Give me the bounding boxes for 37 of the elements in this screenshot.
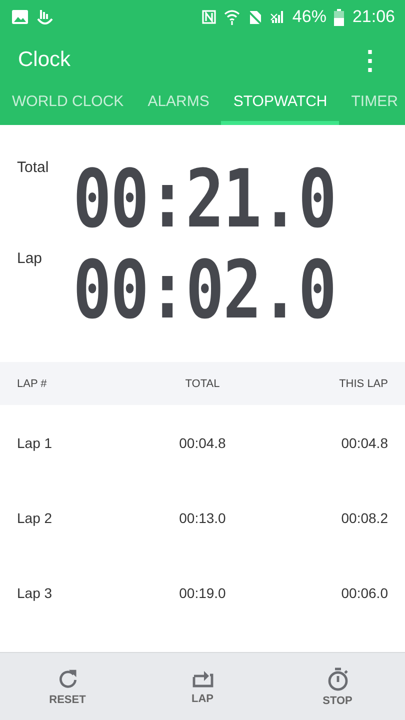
column-header: TOTAL xyxy=(185,378,220,390)
tab[interactable]: WORLD CLOCK xyxy=(0,86,136,125)
table-cell: Lap 2 xyxy=(17,510,52,526)
table-cell: 00:06.0 xyxy=(341,584,388,600)
loop-icon xyxy=(190,668,214,688)
reset-button[interactable]: RESET xyxy=(0,653,135,720)
battery-icon xyxy=(334,8,344,26)
lap-button[interactable]: LAP xyxy=(135,653,270,720)
timer-label: Lap xyxy=(17,250,42,267)
timer-reading: 00:21.0 xyxy=(73,160,336,240)
timer-reading: 00:02.0 xyxy=(73,251,336,331)
stopwatch-icon xyxy=(326,666,348,690)
nfc-icon xyxy=(202,10,216,24)
stop-button[interactable]: STOP xyxy=(270,653,405,720)
refresh-icon xyxy=(56,668,78,690)
menu-button[interactable]: ⋮ xyxy=(353,44,387,76)
app-title: Clock xyxy=(18,48,72,72)
column-header: LAP # xyxy=(17,378,47,390)
hand-icon xyxy=(36,8,54,26)
table-cell: Lap 3 xyxy=(17,584,52,600)
battery-percentage: 46% xyxy=(292,7,326,27)
table-cell: 00:13.0 xyxy=(179,510,226,526)
signal-icon xyxy=(270,10,284,24)
no-sim-icon xyxy=(248,10,262,24)
clock-time: 21:06 xyxy=(352,7,395,27)
image-icon xyxy=(12,10,28,24)
tab[interactable]: ALARMS xyxy=(136,86,222,125)
table-cell: 00:08.2 xyxy=(341,510,388,526)
table-cell: 00:19.0 xyxy=(179,584,226,600)
tab[interactable]: TIMER xyxy=(339,86,405,125)
table-cell: Lap 1 xyxy=(17,434,52,450)
table-cell: 00:04.8 xyxy=(179,434,226,450)
column-header: THIS LAP xyxy=(339,378,388,390)
wifi-icon xyxy=(224,9,240,25)
table-cell: 00:04.8 xyxy=(341,434,388,450)
tab[interactable]: STOPWATCH xyxy=(221,86,340,125)
timer-label: Total xyxy=(17,159,49,176)
